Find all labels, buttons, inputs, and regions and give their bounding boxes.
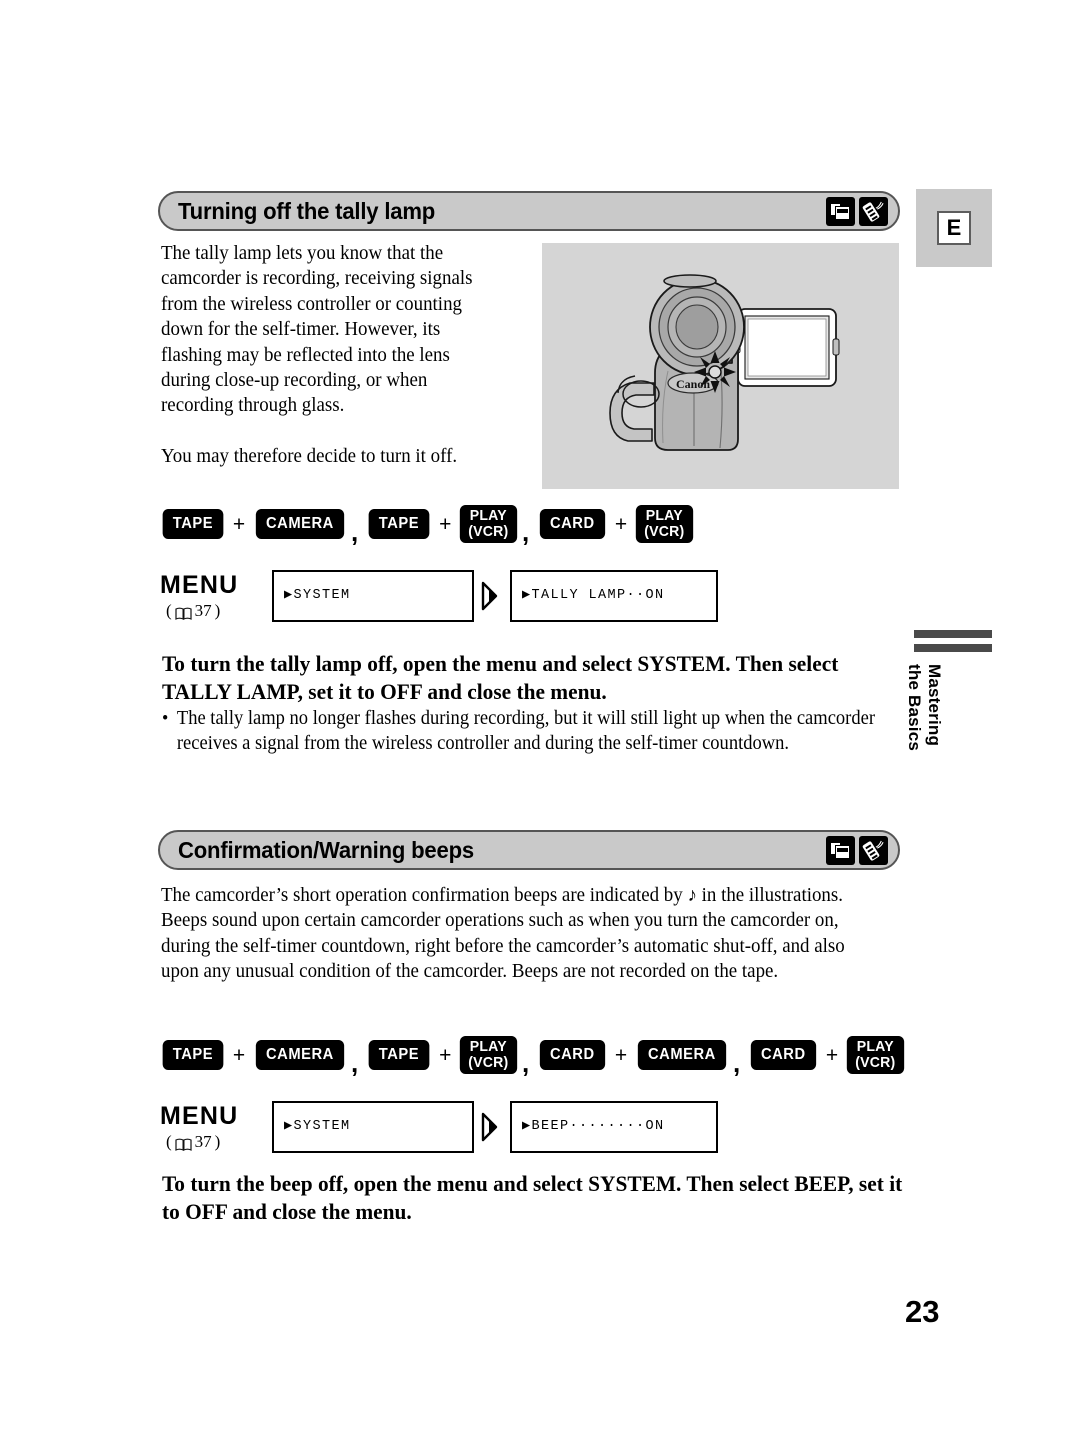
plus-symbol: + — [439, 1043, 452, 1067]
menu-page-reference: ( 37 ) — [166, 1133, 272, 1151]
menu-screen-text: ▶SYSTEM — [284, 588, 351, 604]
reference-page-number: 37 — [194, 601, 212, 620]
mode-badge-tape[interactable]: TAPE — [368, 509, 430, 539]
plus-symbol: + — [825, 1043, 839, 1067]
badge-line-2: (VCR) — [468, 523, 509, 540]
instruction-tally-lamp: To turn the tally lamp off, open the men… — [162, 651, 839, 704]
mode-badge-play-vcr[interactable]: PLAY (VCR) — [846, 1036, 904, 1074]
double-chevron-right-icon — [481, 581, 498, 611]
menu-screen-text: ▶BEEP········ON — [522, 1119, 665, 1135]
menu-screen-text: ▶TALLY LAMP··ON — [522, 588, 665, 604]
mode-badge-tape[interactable]: TAPE — [162, 1040, 224, 1070]
comma-symbol: , — [350, 1047, 359, 1078]
mode-badge-camera[interactable]: CAMERA — [638, 1040, 727, 1070]
lens-barrel — [649, 274, 745, 376]
section-title: Turning off the tally lamp — [178, 197, 436, 224]
header-icon-group — [826, 835, 888, 865]
paren-close: ) — [214, 1132, 221, 1151]
list-item-text: The tally lamp no longer flashes during … — [176, 708, 876, 754]
chapter-marker: Mastering the Basics — [905, 630, 992, 752]
paragraph-tally-lamp-1: The tally lamp lets you know that the ca… — [161, 243, 473, 417]
paragraph-beeps-1: The camcorder’s short operation confirma… — [161, 885, 845, 983]
mode-badge-card[interactable]: CARD — [540, 509, 606, 539]
language-tab: E — [916, 189, 992, 267]
page-number: 23 — [905, 1294, 940, 1329]
plus-symbol: + — [614, 1043, 628, 1067]
section-header-tally-lamp: Turning off the tally lamp — [158, 191, 900, 231]
menu-navigation-tally: MENU ( 37 ) ▶SYSTEM ▶TALLY LAMP··ON — [160, 570, 718, 622]
badge-line-1: PLAY — [470, 1038, 508, 1055]
mode-badge-tape[interactable]: TAPE — [162, 509, 224, 539]
menu-screen-step1: ▶SYSTEM — [272, 570, 474, 622]
chapter-marker-bar — [914, 644, 992, 652]
menu-label-group: MENU ( 37 ) — [160, 1101, 272, 1151]
mode-badge-play-vcr[interactable]: PLAY (VCR) — [460, 1036, 518, 1074]
camcorder-drawing: Canon — [609, 274, 840, 451]
menu-screen-step1: ▶SYSTEM — [272, 1101, 474, 1153]
manual-page: Turning off the tally lamp The tally lam… — [0, 0, 1080, 1443]
mode-badge-card[interactable]: CARD — [751, 1040, 817, 1070]
wireless-remote-icon — [859, 196, 888, 226]
badge-line-1: PLAY — [470, 507, 508, 524]
chapter-marker-bar — [914, 630, 992, 638]
mode-badge-camera[interactable]: CAMERA — [255, 1040, 345, 1070]
badge-line-2: (VCR) — [855, 1054, 896, 1071]
chapter-marker-text: Mastering the Basics — [905, 664, 944, 752]
comma-symbol: , — [522, 516, 530, 547]
double-chevron-right-icon — [481, 1112, 498, 1142]
badge-line-1: PLAY — [856, 1038, 894, 1055]
wireless-remote-icon — [859, 835, 888, 865]
mode-badge-row-beeps: TAPE + CAMERA , TAPE + PLAY (VCR) , CARD… — [160, 1034, 906, 1076]
menu-button-label[interactable]: MENU — [160, 572, 272, 598]
list-item: • The tally lamp no longer flashes durin… — [162, 706, 913, 756]
comma-symbol: , — [522, 1047, 530, 1078]
comma-symbol: , — [733, 1047, 741, 1078]
menu-screen-text: ▶SYSTEM — [284, 1119, 351, 1135]
section-header-beeps: Confirmation/Warning beeps — [158, 830, 900, 870]
menu-screen-step2: ▶TALLY LAMP··ON — [510, 570, 718, 622]
paren-open: ( — [166, 601, 172, 620]
hand-strap — [609, 375, 660, 442]
mode-badge-camera[interactable]: CAMERA — [255, 509, 345, 539]
bullet-marker: • — [162, 708, 169, 729]
badge-line-2: (VCR) — [644, 523, 685, 540]
header-icon-group — [826, 196, 888, 226]
mode-badge-row-tally: TAPE + CAMERA , TAPE + PLAY (VCR) , CARD… — [160, 503, 695, 545]
plus-symbol: + — [439, 512, 452, 536]
mode-badge-card[interactable]: CARD — [540, 1040, 606, 1070]
paragraph-tally-lamp-2: You may therefore decide to turn it off. — [161, 446, 458, 467]
menu-navigation-beeps: MENU ( 37 ) ▶SYSTEM ▶BEEP········ON — [160, 1101, 718, 1153]
menu-page-reference: ( 37 ) — [166, 602, 272, 620]
lcd-panel-icon — [733, 308, 840, 387]
step-arrow — [474, 570, 510, 622]
menu-screen-step2: ▶BEEP········ON — [510, 1101, 718, 1153]
menu-button-label[interactable]: MENU — [160, 1103, 272, 1129]
camcorder-tally-lamp-illustration: Canon — [542, 243, 899, 489]
menu-label-group: MENU ( 37 ) — [160, 570, 272, 620]
step-arrow — [474, 1101, 510, 1153]
plus-symbol: + — [614, 512, 628, 536]
bullet-list-tally: • The tally lamp no longer flashes durin… — [162, 706, 913, 756]
language-tab-letter: E — [937, 211, 971, 245]
cassette-tape-icon — [826, 196, 855, 226]
open-book-icon — [175, 606, 192, 620]
instruction-beeps: To turn the beep off, open the menu and … — [162, 1171, 903, 1224]
cassette-tape-icon — [826, 835, 855, 865]
open-book-icon — [175, 1137, 192, 1151]
reference-page-number: 37 — [194, 1132, 212, 1151]
remote-signal-wave-icon — [875, 201, 884, 210]
badge-line-1: PLAY — [645, 507, 684, 524]
mode-badge-play-vcr[interactable]: PLAY (VCR) — [460, 505, 518, 543]
mode-badge-play-vcr[interactable]: PLAY (VCR) — [635, 505, 694, 543]
comma-symbol: , — [350, 516, 359, 547]
plus-symbol: + — [232, 1043, 246, 1067]
badge-line-2: (VCR) — [468, 1054, 509, 1071]
paren-close: ) — [214, 601, 221, 620]
tally-lamp-flash-icon — [694, 351, 736, 393]
plus-symbol: + — [232, 512, 246, 536]
mode-badge-tape[interactable]: TAPE — [368, 1040, 430, 1070]
section-title: Confirmation/Warning beeps — [178, 836, 474, 863]
remote-signal-wave-icon — [875, 840, 884, 849]
paren-open: ( — [166, 1132, 172, 1151]
